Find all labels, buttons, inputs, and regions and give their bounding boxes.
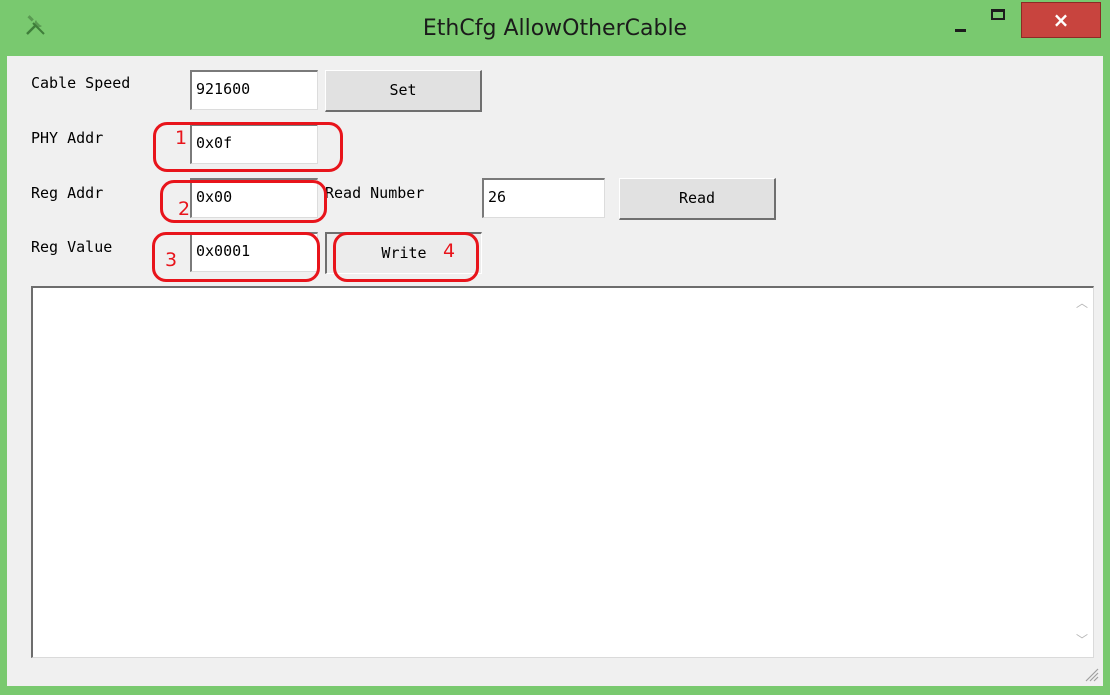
- vertical-scrollbar[interactable]: ︿ ﹀: [1071, 288, 1093, 657]
- cable-speed-label: Cable Speed: [31, 74, 131, 92]
- client-area: Cable Speed 921600 Set PHY Addr 0x0f Reg…: [7, 56, 1103, 686]
- scroll-up-icon[interactable]: ︿: [1076, 297, 1088, 309]
- title-bar[interactable]: EthCfg AllowOtherCable ×: [0, 0, 1110, 56]
- annotation-2-number: 2: [178, 198, 191, 220]
- read-button[interactable]: Read: [619, 178, 776, 220]
- set-button[interactable]: Set: [325, 70, 482, 112]
- annotation-1-number: 1: [175, 127, 188, 149]
- read-number-field[interactable]: 26: [482, 178, 605, 218]
- output-textarea[interactable]: ︿ ﹀: [31, 286, 1094, 658]
- maximize-button[interactable]: [982, 6, 1020, 36]
- annotation-4-circle: [333, 232, 479, 282]
- cable-speed-field[interactable]: 921600: [190, 70, 318, 110]
- annotation-3-circle: [152, 232, 320, 282]
- minimize-button[interactable]: [943, 6, 983, 36]
- read-number-label: Read Number: [325, 184, 425, 202]
- reg-addr-label: Reg Addr: [31, 184, 104, 202]
- app-window: EthCfg AllowOtherCable × Cable Speed 921…: [0, 0, 1110, 695]
- close-icon: ×: [1052, 8, 1070, 32]
- resize-grip-icon[interactable]: [1083, 666, 1099, 682]
- phy-addr-label: PHY Addr: [31, 129, 104, 147]
- scroll-down-icon[interactable]: ﹀: [1076, 634, 1088, 646]
- annotation-4-number: 4: [443, 240, 456, 262]
- close-button[interactable]: ×: [1021, 2, 1101, 38]
- reg-value-label: Reg Value: [31, 238, 113, 256]
- annotation-3-number: 3: [165, 249, 178, 271]
